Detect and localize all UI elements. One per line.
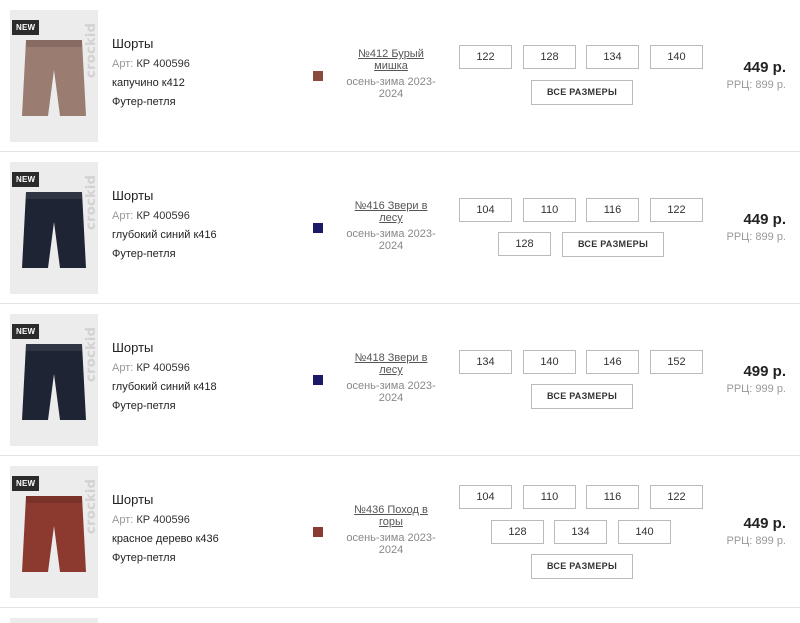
product-title[interactable]: Шорты <box>112 188 217 203</box>
collection: №418 Звери в лесу осень-зима 2023-2024 <box>345 352 437 404</box>
collection-link[interactable]: №416 Звери в лесу <box>345 200 437 224</box>
price-block: 449 р. РРЦ: 899 р. <box>726 59 786 91</box>
row-divider <box>0 607 800 608</box>
product-info: Шорты Арт: КР 400596 глубокий синий к416… <box>112 188 217 260</box>
price-block: 449 р. РРЦ: 899 р. <box>726 515 786 547</box>
product-image[interactable]: NEW crockid <box>10 466 98 598</box>
size-button[interactable]: 104 <box>459 485 512 509</box>
all-sizes-button[interactable]: ВСЕ РАЗМЕРЫ <box>562 232 664 257</box>
size-button[interactable]: 116 <box>586 485 639 509</box>
size-button[interactable]: 140 <box>618 520 671 544</box>
color-name: капучино к412 <box>112 77 185 89</box>
article-line: Арт: КР 400596 <box>112 514 190 526</box>
shorts-icon <box>22 192 86 268</box>
price: 499 р. <box>743 363 786 380</box>
all-sizes-button[interactable]: ВСЕ РАЗМЕРЫ <box>531 80 633 105</box>
new-badge: NEW <box>12 20 40 35</box>
color-name: глубокий синий к416 <box>112 229 217 241</box>
size-button[interactable]: 152 <box>650 350 703 374</box>
size-button[interactable]: 116 <box>586 198 639 222</box>
product-image[interactable]: NEW crockid <box>10 162 98 294</box>
color-swatch <box>313 527 323 537</box>
size-button[interactable]: 140 <box>523 350 576 374</box>
size-button[interactable]: 140 <box>650 45 703 69</box>
product-info: Шорты Арт: КР 400596 красное дерево к436… <box>112 492 219 564</box>
collection: №416 Звери в лесу осень-зима 2023-2024 <box>345 200 437 252</box>
all-sizes-button[interactable]: ВСЕ РАЗМЕРЫ <box>531 554 633 579</box>
product-title[interactable]: Шорты <box>112 492 219 507</box>
fabric-name: Футер-петля <box>112 248 176 260</box>
rrc-price: РРЦ: 899 р. <box>726 535 786 547</box>
product-info: Шорты Арт: КР 400596 капучино к412 Футер… <box>112 36 190 108</box>
collection-link[interactable]: №418 Звери в лесу <box>345 352 437 376</box>
color-swatch <box>313 375 323 385</box>
season-label: осень-зима 2023-2024 <box>346 228 436 252</box>
product-row: NEW crockid Шорты Арт: КР 400596 красное… <box>0 456 800 608</box>
size-button[interactable]: 110 <box>523 485 576 509</box>
new-badge: NEW <box>12 172 40 187</box>
fabric-name: Футер-петля <box>112 400 176 412</box>
color-name: глубокий синий к418 <box>112 381 217 393</box>
color-name: красное дерево к436 <box>112 533 219 545</box>
article-line: Арт: КР 400596 <box>112 362 190 374</box>
collection-link[interactable]: №436 Поход в горы <box>345 504 437 528</box>
product-info: Шорты Арт: КР 400596 глубокий синий к418… <box>112 340 217 412</box>
new-badge: NEW <box>12 476 40 491</box>
size-button[interactable]: 134 <box>554 520 607 544</box>
article-line: Арт: КР 400596 <box>112 210 190 222</box>
color-swatch <box>313 223 323 233</box>
season-label: осень-зима 2023-2024 <box>346 532 436 556</box>
product-image[interactable] <box>10 618 98 623</box>
collection: №436 Поход в горы осень-зима 2023-2024 <box>345 504 437 556</box>
size-button[interactable]: 128 <box>491 520 544 544</box>
size-button[interactable]: 122 <box>650 485 703 509</box>
price: 449 р. <box>743 211 786 228</box>
product-row: NEW crockid Шорты Арт: КР 400596 глубоки… <box>0 304 800 456</box>
all-sizes-button[interactable]: ВСЕ РАЗМЕРЫ <box>531 384 633 409</box>
rrc-price: РРЦ: 899 р. <box>726 79 786 91</box>
size-button[interactable]: 134 <box>586 45 639 69</box>
price-block: 499 р. РРЦ: 999 р. <box>726 363 786 395</box>
shorts-icon <box>22 496 86 572</box>
size-button[interactable]: 146 <box>586 350 639 374</box>
article-code: КР 400596 <box>136 58 190 70</box>
product-title[interactable]: Шорты <box>112 36 190 51</box>
price-block: 449 р. РРЦ: 899 р. <box>726 211 786 243</box>
size-button[interactable]: 122 <box>459 45 512 69</box>
size-button[interactable]: 134 <box>459 350 512 374</box>
shorts-icon <box>22 344 86 420</box>
product-title[interactable]: Шорты <box>112 340 217 355</box>
new-badge: NEW <box>12 324 40 339</box>
season-label: осень-зима 2023-2024 <box>346 380 436 404</box>
rrc-price: РРЦ: 899 р. <box>726 231 786 243</box>
product-image[interactable]: NEW crockid <box>10 314 98 446</box>
season-label: осень-зима 2023-2024 <box>346 76 436 100</box>
rrc-price: РРЦ: 999 р. <box>726 383 786 395</box>
color-swatch <box>313 71 323 81</box>
fabric-name: Футер-петля <box>112 552 176 564</box>
product-row: NEW crockid Шорты Арт: КР 400596 глубоки… <box>0 152 800 304</box>
collection: №412 Бурый мишка осень-зима 2023-2024 <box>345 48 437 100</box>
article-line: Арт: КР 400596 <box>112 58 190 70</box>
article-code: КР 400596 <box>136 514 190 526</box>
shorts-icon <box>22 40 86 116</box>
size-button[interactable]: 110 <box>523 198 576 222</box>
fabric-name: Футер-петля <box>112 96 176 108</box>
product-image[interactable]: NEW crockid <box>10 10 98 142</box>
size-button[interactable]: 122 <box>650 198 703 222</box>
size-button[interactable]: 104 <box>459 198 512 222</box>
price: 449 р. <box>743 59 786 76</box>
article-code: КР 400596 <box>136 210 190 222</box>
price: 449 р. <box>743 515 786 532</box>
collection-link[interactable]: №412 Бурый мишка <box>345 48 437 72</box>
product-row: NEW crockid Шорты Арт: КР 400596 капучин… <box>0 0 800 152</box>
size-button[interactable]: 128 <box>523 45 576 69</box>
article-code: КР 400596 <box>136 362 190 374</box>
size-button[interactable]: 128 <box>498 232 551 256</box>
